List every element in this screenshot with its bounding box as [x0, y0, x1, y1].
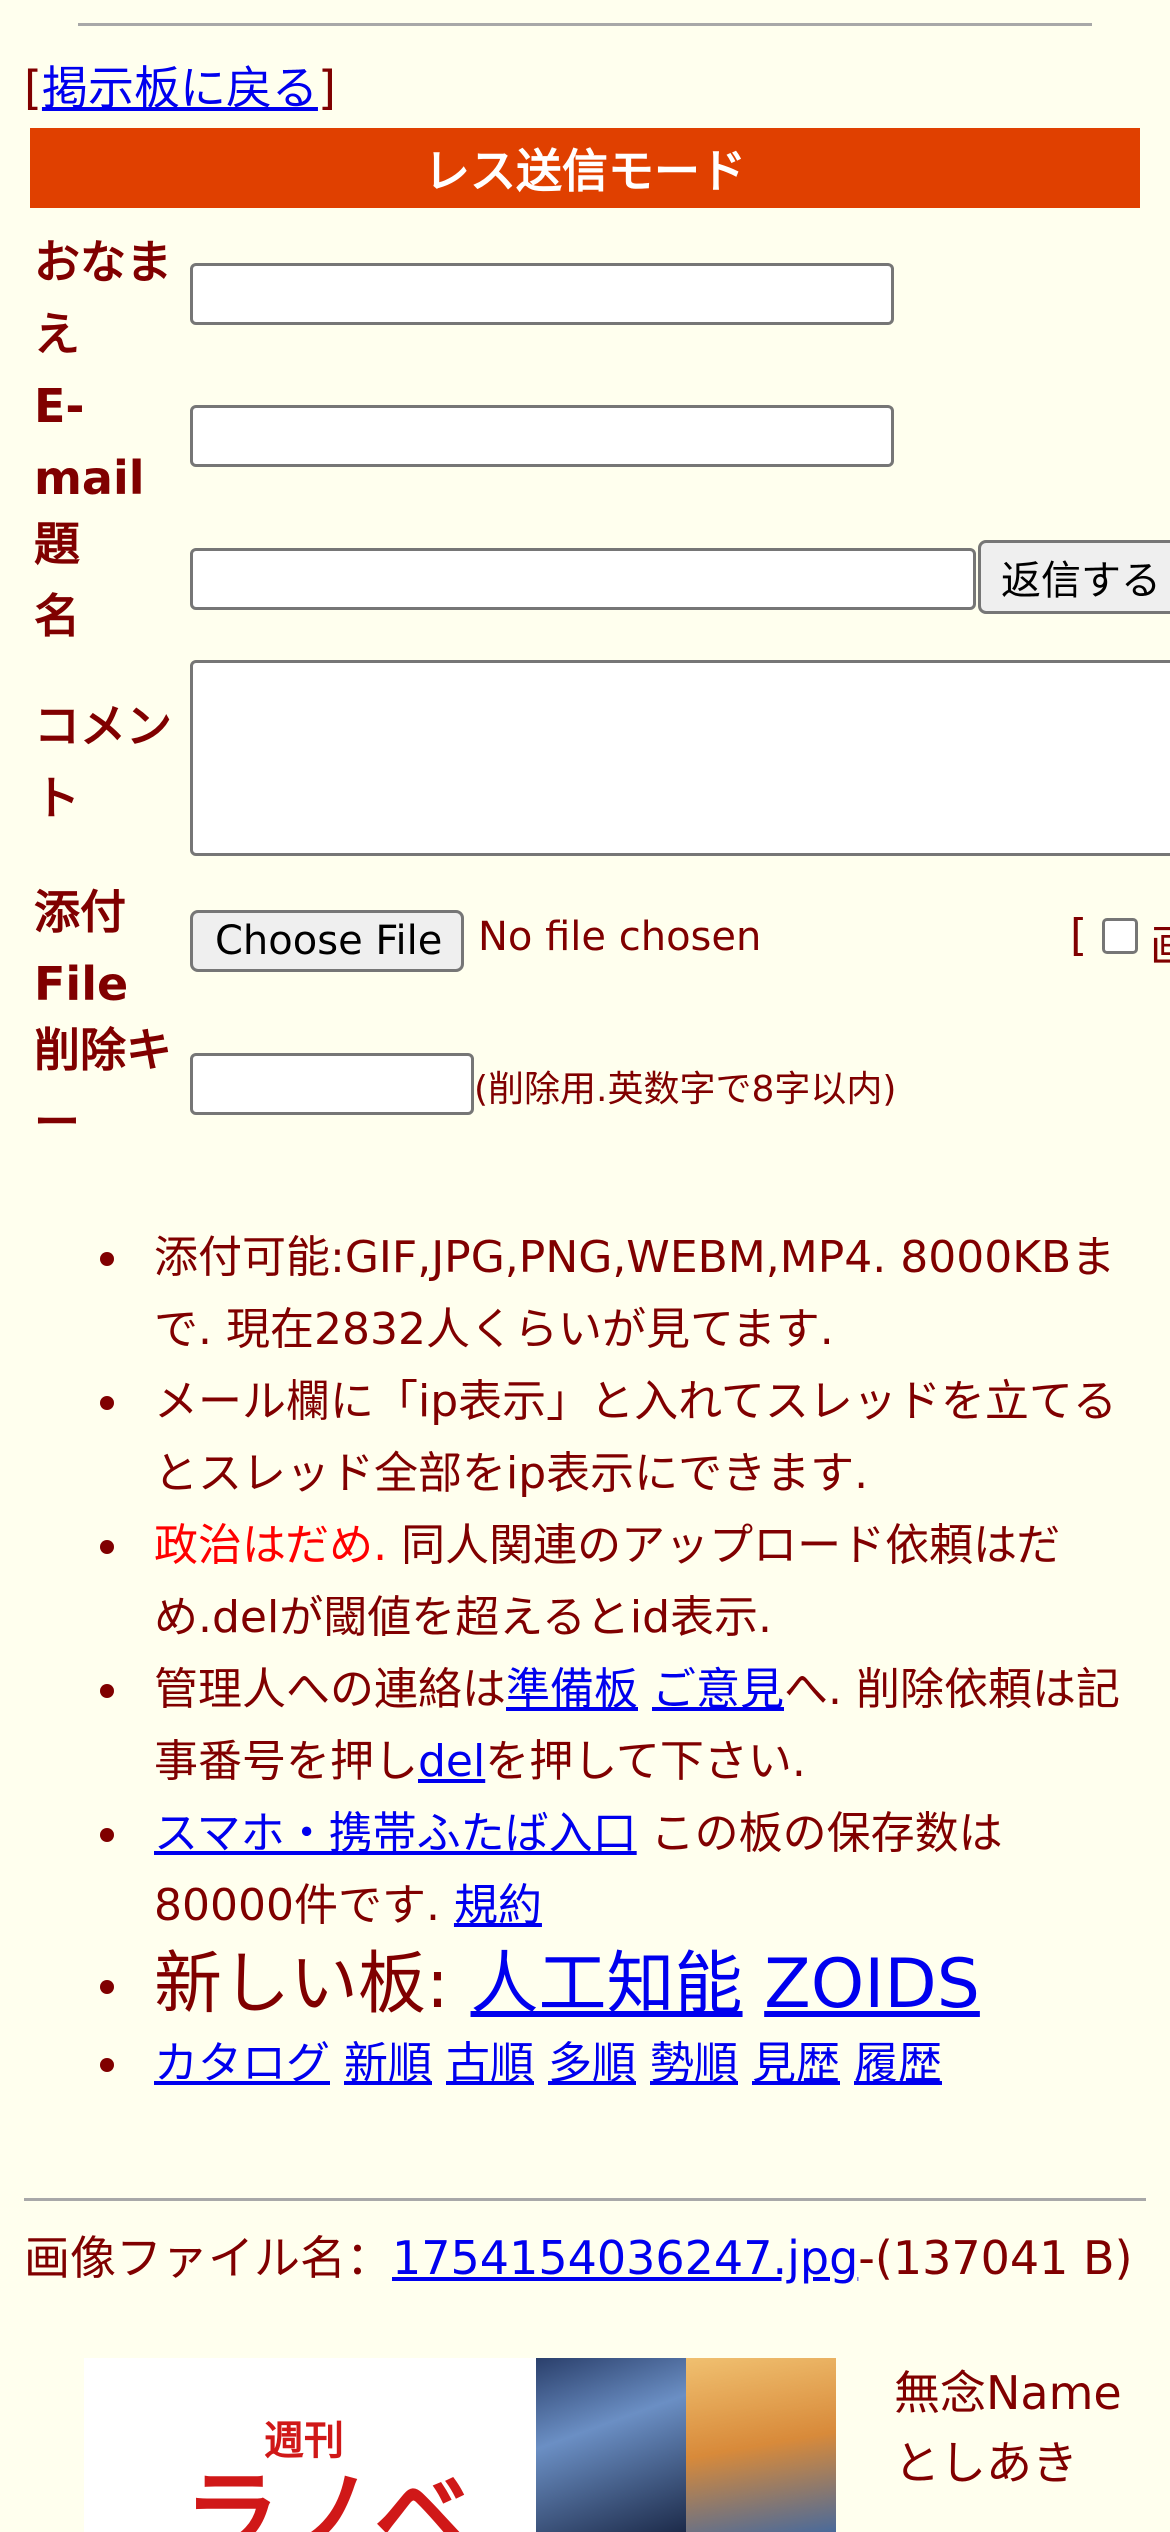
rule-sort-links: カタログ 新順 古順 多順 勢順 見歴 履歴	[100, 2028, 1170, 2100]
reply-submit-button[interactable]: 返信する	[978, 540, 1170, 614]
rule-new-boards: 新しい板: 人工知能 ZOIDS	[100, 1942, 1170, 2028]
terms-link[interactable]: 規約	[454, 1880, 542, 1931]
rule-ip-display-text: メール欄に「ip表示」と入れてスレッドを立てるとスレッド全部をip表示にできます…	[154, 1376, 1117, 1499]
no-file-chosen-text: No file chosen	[478, 914, 762, 960]
choose-file-button[interactable]: Choose File	[190, 910, 464, 972]
catalog-link[interactable]: カタログ	[154, 2038, 330, 2089]
zoids-board-link[interactable]: ZOIDS	[764, 1945, 980, 2024]
subject-input[interactable]	[190, 548, 976, 610]
file-name-link[interactable]: 1754154036247.jpg	[392, 2231, 858, 2285]
sort-new-link[interactable]: 新順	[344, 2038, 432, 2089]
post-thumbnail[interactable]: 週刊 ラノベ	[84, 2358, 836, 2532]
rule-politics: 政治はだめ. 同人関連のアップロード依頼はだめ.delが閾値を超えるとid表示.	[100, 1510, 1170, 1654]
name-input[interactable]	[190, 263, 894, 325]
sort-old-link[interactable]: 古順	[446, 2038, 534, 2089]
attach-extra-label: 画	[1150, 910, 1170, 974]
rule-contact-text-c: を押して下さい.	[485, 1736, 806, 1787]
top-divider	[78, 23, 1092, 26]
rule-contact: 管理人への連絡は準備板 ご意見へ. 削除依頼は記事番号を押しdelを押して下さい…	[100, 1654, 1170, 1798]
rule-ip-display: メール欄に「ip表示」と入れてスレッドを立てるとスレッド全部をip表示にできます…	[100, 1366, 1170, 1510]
post-file-info: 画像ファイル名：1754154036247.jpg-(137041 B)	[24, 2228, 1144, 2288]
name-label: おなまえ	[34, 235, 172, 361]
attach-extra-checkbox[interactable]	[1102, 918, 1138, 954]
back-to-board-link[interactable]: 掲示板に戻る	[42, 61, 318, 115]
delete-key-label: 削除キー	[34, 1023, 172, 1149]
attach-label: 添付File	[34, 885, 129, 1011]
file-name-label: 画像ファイル名：	[24, 2231, 392, 2285]
reply-mode-title: レス送信モード	[424, 144, 746, 198]
board-rules-list: 添付可能:GIF,JPG,PNG,WEBM,MP4. 8000KBまで. 現在2…	[0, 1222, 1170, 2100]
mobile-entrance-link[interactable]: スマホ・携帯ふたば入口	[154, 1808, 637, 1859]
rule-politics-warning: 政治はだめ.	[154, 1520, 388, 1571]
poster-handle: としあき	[894, 2436, 1078, 2490]
thumb-book-cover-1	[536, 2358, 686, 2532]
back-bracket-open: [	[24, 61, 42, 115]
junbi-board-link[interactable]: 準備板	[506, 1664, 638, 1715]
comment-label: コメント	[34, 699, 172, 825]
new-boards-label: 新しい板:	[154, 1945, 471, 2024]
rule-attachments: 添付可能:GIF,JPG,PNG,WEBM,MP4. 8000KBまで. 現在2…	[100, 1222, 1170, 1366]
email-input[interactable]	[190, 405, 894, 467]
subject-label: 題名	[34, 517, 80, 643]
rule-mobile: スマホ・携帯ふたば入口 この板の保存数は80000件です. 規約	[100, 1798, 1170, 1942]
comment-textarea[interactable]	[190, 660, 1170, 856]
thumb-kicker-text: 週刊	[264, 2418, 344, 2464]
viewed-history-link[interactable]: 見歴	[752, 2038, 840, 2089]
sort-momentum-link[interactable]: 勢順	[650, 2038, 738, 2089]
rule-contact-text-a: 管理人への連絡は	[154, 1664, 506, 1715]
file-size: -(137041 B)	[858, 2231, 1133, 2285]
rule-attachments-text: 添付可能:GIF,JPG,PNG,WEBM,MP4. 8000KBまで. 現在2…	[154, 1232, 1116, 1355]
back-to-board: [掲示板に戻る]	[24, 56, 336, 120]
attach-extra-bracket: [	[1070, 910, 1088, 961]
poster-name: 無念Name	[894, 2366, 1122, 2420]
post-history-link[interactable]: 履歴	[854, 2038, 942, 2089]
poster-info: 無念Name としあき	[894, 2358, 1122, 2498]
reply-mode-header: レス送信モード	[30, 128, 1140, 208]
ai-board-link[interactable]: 人工知能	[471, 1945, 743, 2024]
thumb-book-cover-2	[686, 2358, 836, 2532]
email-label: E-mail	[34, 379, 145, 505]
sort-many-link[interactable]: 多順	[548, 2038, 636, 2089]
feedback-link[interactable]: ご意見	[652, 1664, 784, 1715]
back-bracket-close: ]	[317, 61, 336, 115]
thumb-title-text: ラノベ	[184, 2460, 471, 2532]
delete-key-input[interactable]	[190, 1053, 474, 1115]
delete-key-note: (削除用.英数字で8字以内)	[474, 1069, 897, 1110]
section-divider	[24, 2198, 1146, 2201]
del-link[interactable]: del	[418, 1736, 485, 1787]
